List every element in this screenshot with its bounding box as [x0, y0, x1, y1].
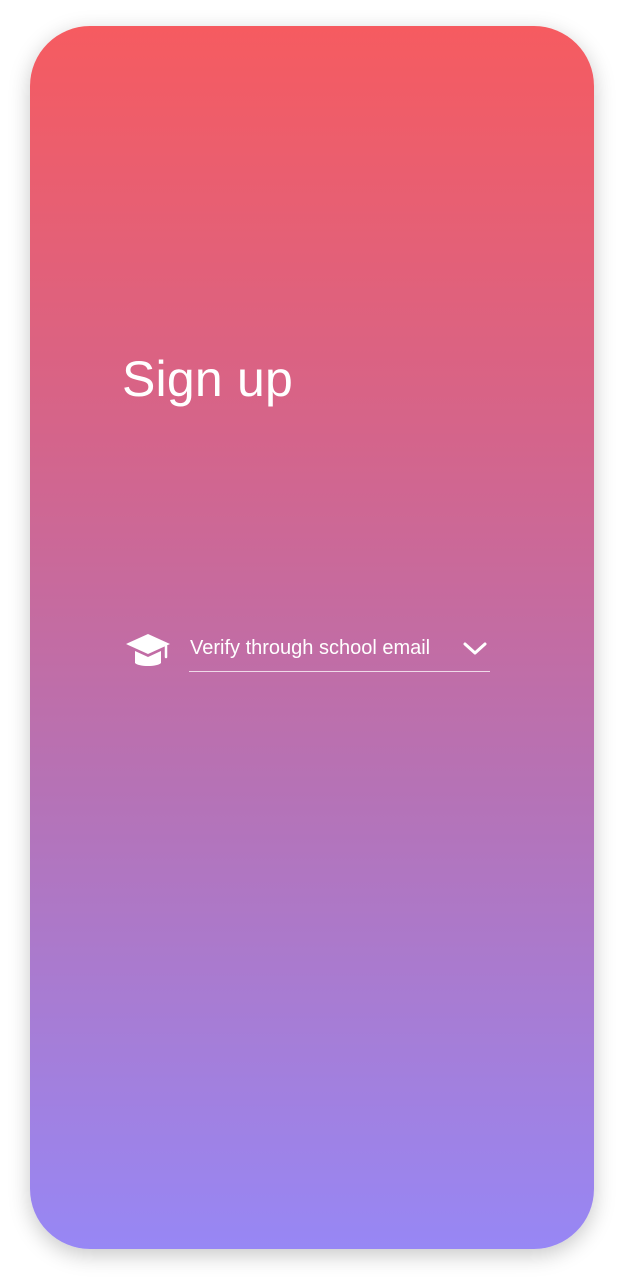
phone-screen: Sign up Verify through school email: [30, 26, 594, 1249]
page-title: Sign up: [122, 351, 293, 407]
chevron-down-icon: [462, 640, 488, 658]
verification-method-row: Verify through school email: [124, 628, 492, 674]
verification-method-dropdown[interactable]: Verify through school email: [189, 628, 490, 672]
graduation-cap-icon: [124, 630, 172, 672]
verification-method-label: Verify through school email: [190, 637, 431, 659]
